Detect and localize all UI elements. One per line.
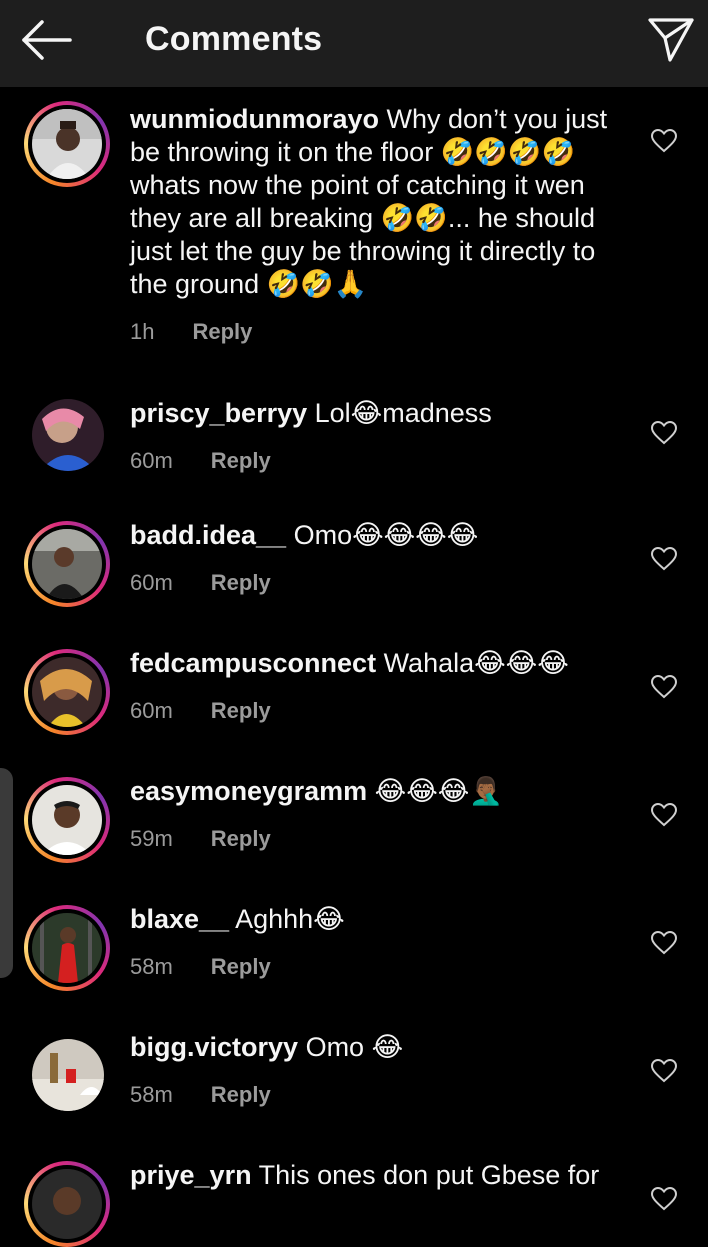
heart-icon[interactable] — [651, 931, 677, 955]
top-bar: Comments — [0, 0, 708, 87]
username[interactable]: wunmiodunmorayo — [130, 104, 379, 134]
comment-item: priscy_berryy Lol😂madness 60m Reply — [0, 397, 708, 497]
timestamp: 60m — [130, 448, 173, 473]
comment-item: blaxe__ Aghhh😂 58m Reply — [0, 903, 708, 1003]
reply-button[interactable]: Reply — [211, 570, 271, 596]
timestamp: 1h — [130, 319, 155, 344]
comment-body: Omo😂😂😂😂 — [293, 520, 479, 550]
comment-item: bigg.victoryy Omo 😂 58m Reply — [0, 1031, 708, 1131]
comment-body: Omo 😂 — [305, 1032, 404, 1062]
avatar[interactable] — [32, 1039, 104, 1111]
comment-body: Aghhh😂 — [235, 904, 345, 934]
username[interactable]: fedcampusconnect — [130, 648, 376, 678]
username[interactable]: priye_yrn — [130, 1160, 252, 1190]
comment-item: badd.idea__ Omo😂😂😂😂 60m Reply — [0, 519, 708, 619]
comment-text: badd.idea__ Omo😂😂😂😂 — [130, 519, 625, 552]
comment-item: priye_yrn This ones don put Gbese for — [0, 1159, 708, 1247]
comment-body: This ones don put Gbese for — [258, 1160, 600, 1190]
comment-text: blaxe__ Aghhh😂 — [130, 903, 625, 936]
reply-button[interactable]: Reply — [192, 319, 252, 345]
comment-text: easymoneygramm 😂😂😂🤦🏾‍♂️ — [130, 775, 625, 808]
timestamp: 59m — [130, 826, 173, 851]
reply-button[interactable]: Reply — [211, 954, 271, 980]
heart-icon[interactable] — [651, 1059, 677, 1083]
avatar[interactable] — [24, 649, 110, 735]
timestamp: 58m — [130, 1082, 173, 1107]
avatar[interactable] — [24, 521, 110, 607]
avatar[interactable] — [24, 1161, 110, 1247]
comment-text: fedcampusconnect Wahala😂😂😂 — [130, 647, 625, 680]
comments-list: wunmiodunmorayo Why don’t you just be th… — [0, 87, 708, 1247]
avatar[interactable] — [24, 777, 110, 863]
comment-text: bigg.victoryy Omo 😂 — [130, 1031, 625, 1064]
username[interactable]: priscy_berryy — [130, 398, 307, 428]
share-button[interactable] — [646, 14, 696, 64]
back-button[interactable] — [20, 18, 74, 62]
comment-text: priscy_berryy Lol😂madness — [130, 397, 625, 430]
reply-button[interactable]: Reply — [211, 698, 271, 724]
heart-icon[interactable] — [651, 1187, 677, 1211]
timestamp: 60m — [130, 570, 173, 595]
paper-plane-icon — [648, 18, 694, 62]
comment-text: wunmiodunmorayo Why don’t you just be th… — [130, 103, 625, 301]
comment-body: Wahala😂😂😂 — [383, 648, 569, 678]
heart-icon[interactable] — [651, 421, 677, 445]
page-title: Comments — [145, 20, 323, 58]
reply-button[interactable]: Reply — [211, 826, 271, 852]
heart-icon[interactable] — [651, 803, 677, 827]
timestamp: 60m — [130, 698, 173, 723]
comment-item: wunmiodunmorayo Why don’t you just be th… — [0, 101, 708, 401]
username[interactable]: badd.idea__ — [130, 520, 286, 550]
reply-button[interactable]: Reply — [211, 1082, 271, 1108]
comment-text: priye_yrn This ones don put Gbese for — [130, 1159, 625, 1192]
comment-body: Lol😂madness — [314, 398, 492, 428]
heart-icon[interactable] — [651, 547, 677, 571]
comment-item: fedcampusconnect Wahala😂😂😂 60m Reply — [0, 647, 708, 747]
username[interactable]: blaxe__ — [130, 904, 229, 934]
heart-icon[interactable] — [651, 129, 677, 153]
avatar[interactable] — [24, 905, 110, 991]
heart-icon[interactable] — [651, 675, 677, 699]
timestamp: 58m — [130, 954, 173, 979]
arrow-left-icon — [22, 20, 72, 60]
avatar[interactable] — [24, 101, 110, 187]
comment-body: 😂😂😂🤦🏾‍♂️ — [374, 776, 503, 806]
username[interactable]: easymoneygramm — [130, 776, 367, 806]
username[interactable]: bigg.victoryy — [130, 1032, 298, 1062]
avatar[interactable] — [32, 399, 104, 471]
comment-item: easymoneygramm 😂😂😂🤦🏾‍♂️ 59m Reply — [0, 775, 708, 875]
reply-button[interactable]: Reply — [211, 448, 271, 474]
